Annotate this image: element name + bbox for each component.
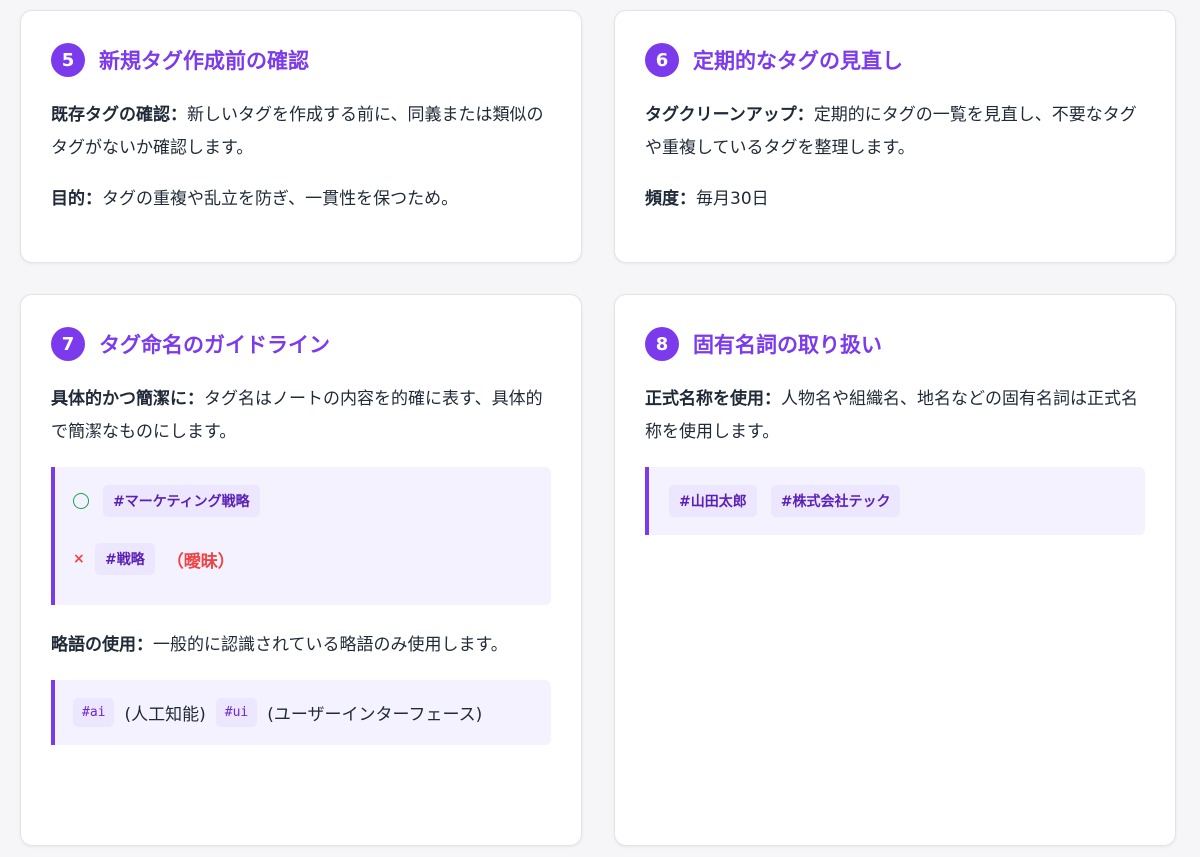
paragraph-text: 一般的に認識されている略語のみ使用します。 xyxy=(153,635,508,655)
section-number-badge: 5 xyxy=(51,43,85,77)
paragraph-specific-concise: 具体的かつ簡潔に：タグ名はノートの内容を的確に表す、具体的で簡潔なものにします。 xyxy=(51,383,551,449)
bad-example-row: × #戦略 （曖昧） xyxy=(73,543,531,575)
abbreviation-examples-row: #ai (人工知能) #ui (ユーザーインターフェース) xyxy=(73,698,531,727)
proper-noun-tags-row: #山田太郎 #株式会社テック xyxy=(669,485,1125,517)
paragraph-label: 既存タグの確認： xyxy=(51,105,187,125)
proper-noun-tag: #株式会社テック xyxy=(770,485,901,517)
paragraph-label: タグクリーンアップ： xyxy=(645,105,814,125)
paragraph-label: 正式名称を使用： xyxy=(645,389,781,409)
card-section-6: 6 定期的なタグの見直し タグクリーンアップ：定期的にタグの一覧を見直し、不要な… xyxy=(614,10,1176,263)
paragraph-frequency: 頻度：毎月30日 xyxy=(645,183,1145,216)
paragraph-label: 頻度： xyxy=(645,189,696,209)
paragraph-text: 毎月30日 xyxy=(696,189,769,209)
paragraph-label: 具体的かつ簡潔に： xyxy=(51,389,204,409)
section-title: タグ命名のガイドライン xyxy=(99,333,330,357)
paragraph-label: 目的： xyxy=(51,189,102,209)
section-title: 固有名詞の取り扱い xyxy=(693,333,882,357)
proper-noun-tag: #山田太郎 xyxy=(669,485,757,517)
abbr-meaning: (ユーザーインターフェース) xyxy=(267,705,483,725)
section-number-badge: 8 xyxy=(645,327,679,361)
good-tag: #マーケティング戦略 xyxy=(103,485,260,517)
bad-tag: #戦略 xyxy=(95,543,155,575)
x-mark-icon: × xyxy=(73,551,85,567)
card-section-8: 8 固有名詞の取り扱い 正式名称を使用：人物名や組織名、地名などの固有名詞は正式… xyxy=(614,294,1176,846)
abbr-meaning: (人工知能) xyxy=(124,705,206,725)
section-header: 6 定期的なタグの見直し xyxy=(645,43,1145,77)
paragraph-label: 略語の使用： xyxy=(51,635,153,655)
section-number-badge: 6 xyxy=(645,43,679,77)
paragraph-text: タグの重複や乱立を防ぎ、一貫性を保つため。 xyxy=(102,189,459,209)
naming-example-box: #マーケティング戦略 × #戦略 （曖昧） xyxy=(51,467,551,605)
section-title: 新規タグ作成前の確認 xyxy=(99,49,309,73)
paragraph-abbreviation: 略語の使用：一般的に認識されている略語のみ使用します。 xyxy=(51,629,551,662)
card-section-7: 7 タグ命名のガイドライン 具体的かつ簡潔に：タグ名はノートの内容を的確に表す、… xyxy=(20,294,582,846)
circle-check-icon xyxy=(73,493,89,509)
card-section-5: 5 新規タグ作成前の確認 既存タグの確認：新しいタグを作成する前に、同義または類… xyxy=(20,10,582,263)
bad-tag-note: （曖昧） xyxy=(166,551,235,572)
section-header: 8 固有名詞の取り扱い xyxy=(645,327,1145,361)
section-header: 5 新規タグ作成前の確認 xyxy=(51,43,551,77)
proper-noun-example-box: #山田太郎 #株式会社テック xyxy=(645,467,1145,535)
section-title: 定期的なタグの見直し xyxy=(693,49,903,73)
paragraph-purpose: 目的：タグの重複や乱立を防ぎ、一貫性を保つため。 xyxy=(51,183,551,216)
abbr-code: #ui xyxy=(215,698,258,727)
good-example-row: #マーケティング戦略 xyxy=(73,485,531,517)
paragraph-official-name: 正式名称を使用：人物名や組織名、地名などの固有名詞は正式名称を使用します。 xyxy=(645,383,1145,449)
section-number-badge: 7 xyxy=(51,327,85,361)
section-header: 7 タグ命名のガイドライン xyxy=(51,327,551,361)
abbr-code: #ai xyxy=(73,698,115,727)
paragraph-tag-cleanup: タグクリーンアップ：定期的にタグの一覧を見直し、不要なタグや重複しているタグを整… xyxy=(645,99,1145,165)
paragraph-existing-tag-check: 既存タグの確認：新しいタグを作成する前に、同義または類似のタグがないか確認します… xyxy=(51,99,551,165)
abbreviation-example-box: #ai (人工知能) #ui (ユーザーインターフェース) xyxy=(51,680,551,745)
